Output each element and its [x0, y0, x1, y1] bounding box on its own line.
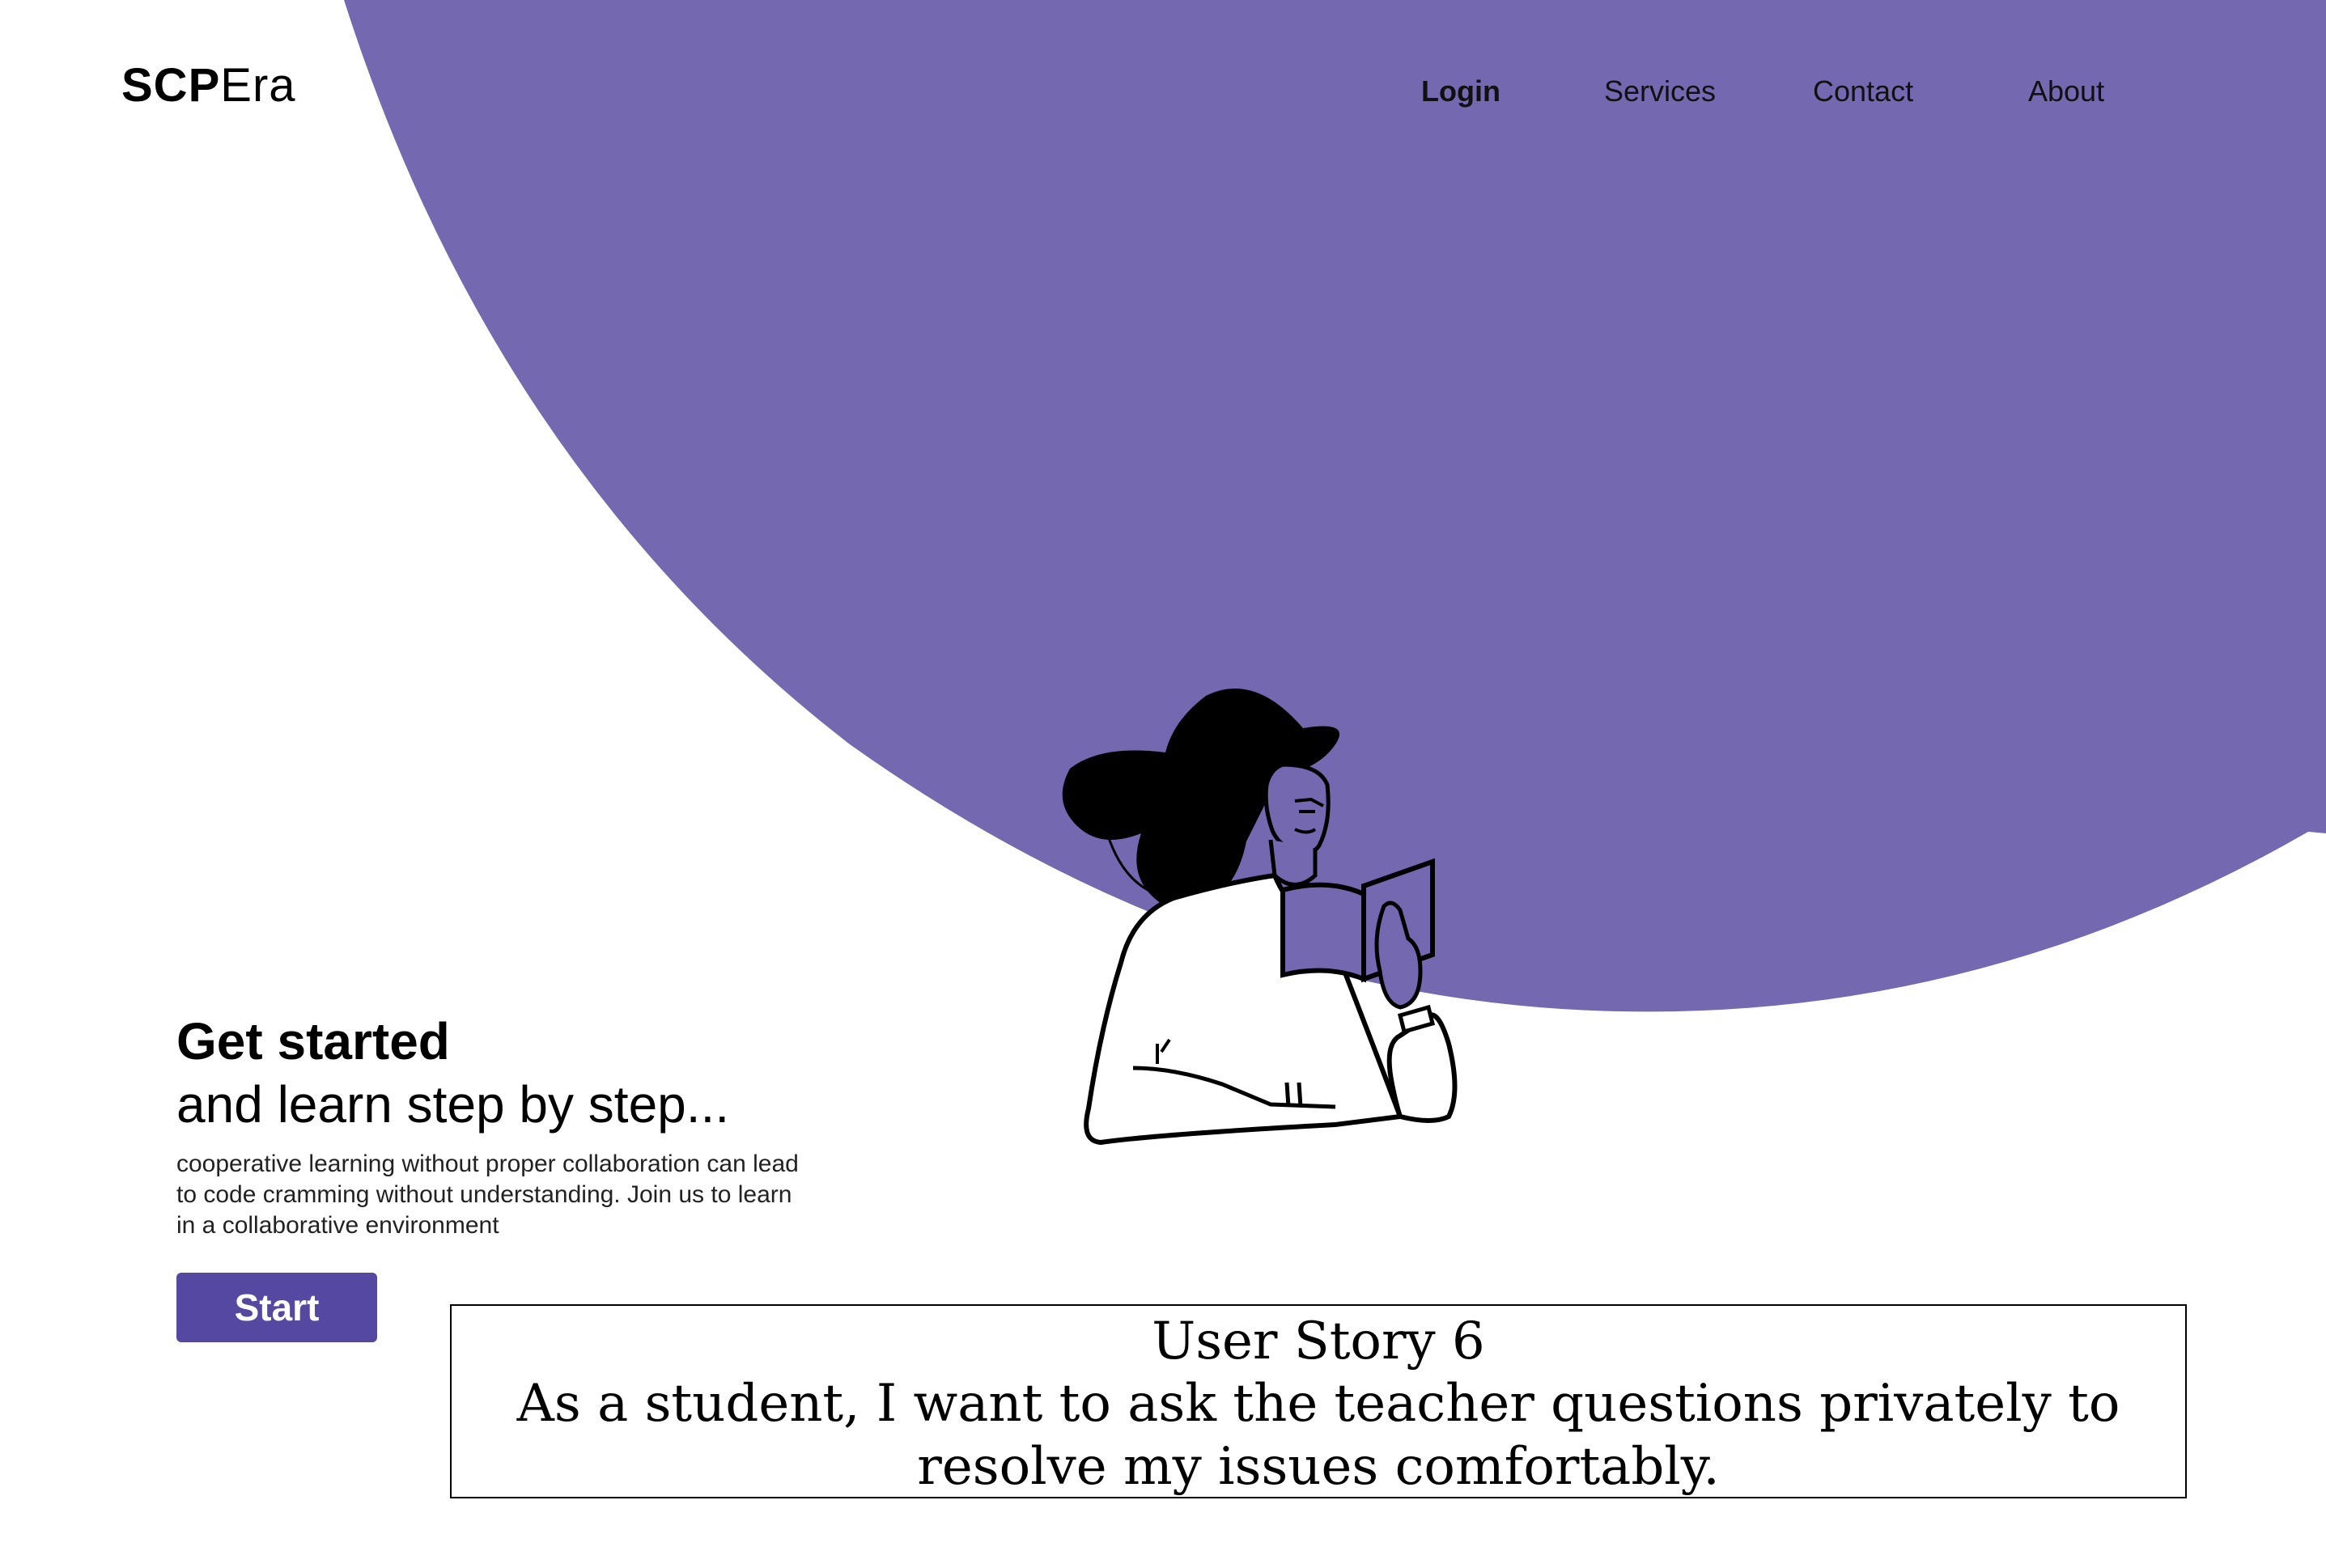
nav-login-link[interactable]: Login: [1421, 74, 1500, 108]
hero-title: Get started: [176, 1012, 450, 1070]
hero-description: cooperative learning without proper coll…: [176, 1151, 799, 1239]
nav-services-link[interactable]: Services: [1604, 74, 1716, 108]
woman-reading-book-illustration: [1062, 689, 1458, 1146]
face-shape: [1263, 762, 1331, 855]
logo-light-text: Era: [220, 59, 296, 112]
landing-page: SCPEra Login Services Contact About Get …: [0, 0, 2326, 1568]
nav-about-link[interactable]: About: [2028, 74, 2104, 108]
raised-arm: [1386, 1012, 1458, 1123]
book-page: [1280, 882, 1366, 983]
hero-subtitle: and learn step by step...: [176, 1075, 730, 1134]
logo-bold-text: SCP: [121, 59, 221, 112]
logo[interactable]: SCPEra: [121, 58, 296, 112]
user-story-text: As a student, I want to ask the teacher …: [516, 1374, 2120, 1497]
start-button[interactable]: Start: [176, 1273, 377, 1342]
user-story-title: User Story 6: [1152, 1312, 1485, 1371]
user-story-box: User Story 6 As a student, I want to ask…: [450, 1304, 2187, 1498]
nav-contact-link[interactable]: Contact: [1813, 74, 1913, 108]
